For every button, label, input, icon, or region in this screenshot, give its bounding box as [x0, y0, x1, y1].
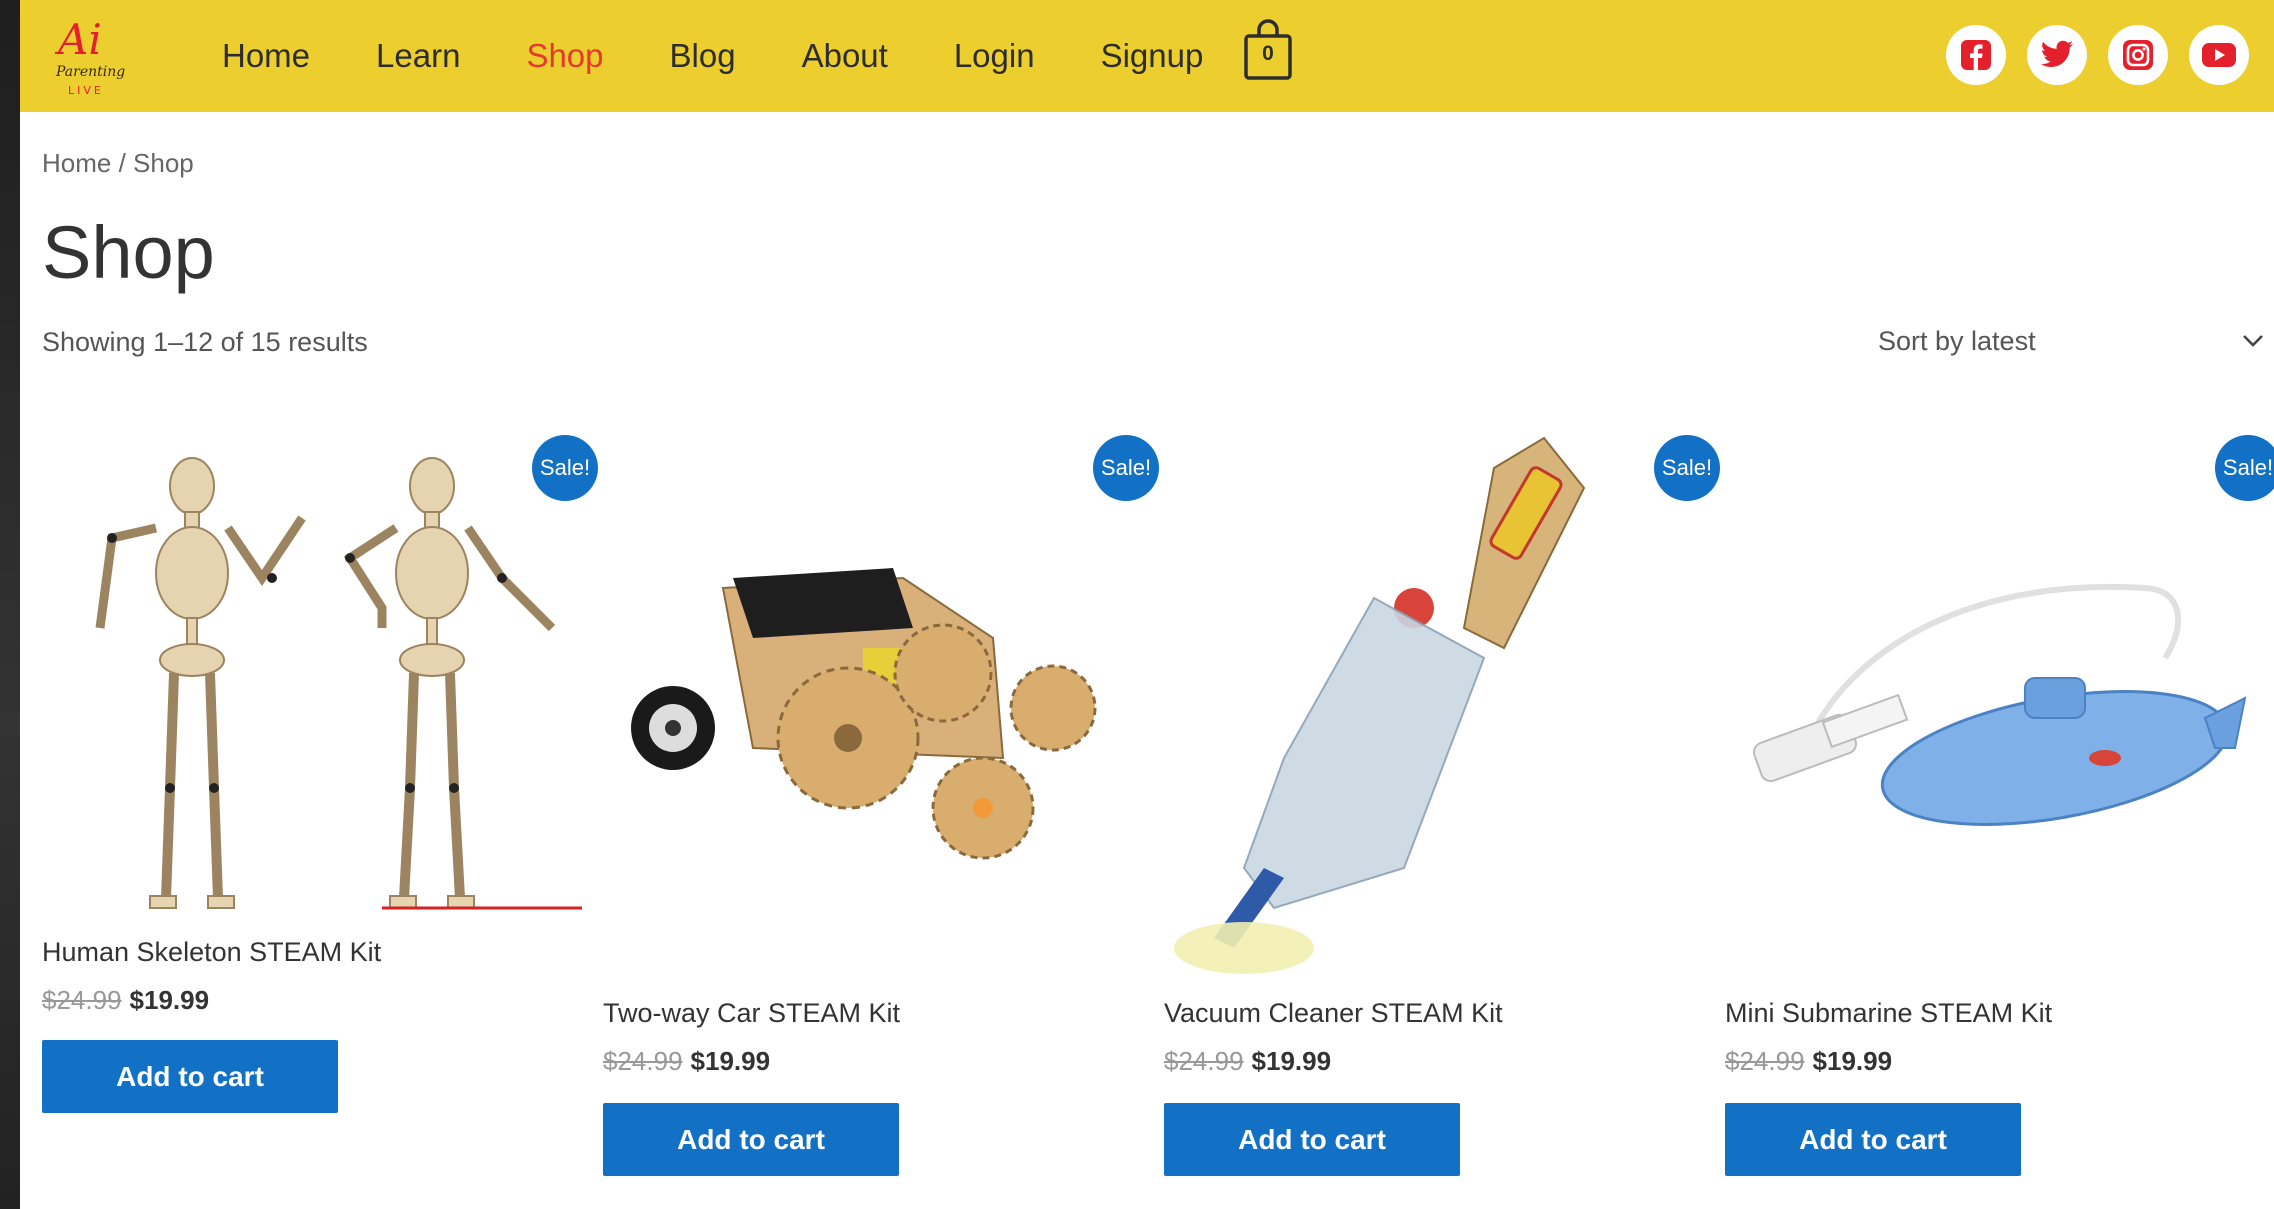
- sale-price: $19.99: [1251, 1046, 1332, 1076]
- sale-badge: Sale!: [1093, 435, 1159, 501]
- regular-price: $24.99: [1725, 1046, 1805, 1076]
- sale-badge: Sale!: [2215, 435, 2274, 501]
- product-image-skeleton[interactable]: [42, 428, 582, 988]
- product-card: Sale! Human Skeleton STEAM Kit $24.99 $19…: [42, 0, 598, 1209]
- add-to-cart-button[interactable]: Add to cart: [42, 1040, 338, 1113]
- regular-price: $24.99: [1164, 1046, 1244, 1076]
- product-image-vacuum[interactable]: [1164, 428, 1704, 988]
- product-price: $24.99 $19.99: [1725, 1046, 1892, 1077]
- sale-price: $19.99: [690, 1046, 771, 1076]
- sale-badge: Sale!: [532, 435, 598, 501]
- add-to-cart-button[interactable]: Add to cart: [1725, 1103, 2021, 1176]
- regular-price: $24.99: [603, 1046, 683, 1076]
- product-title[interactable]: Two-way Car STEAM Kit: [603, 998, 900, 1029]
- product-card: Sale! Mini Submarine STEAM Kit $24.99 $19…: [1725, 0, 2274, 1209]
- product-price: $24.99 $19.99: [1164, 1046, 1331, 1077]
- regular-price: $24.99: [42, 985, 122, 1015]
- product-price: $24.99 $19.99: [603, 1046, 770, 1077]
- product-price: $24.99 $19.99: [42, 985, 209, 1016]
- add-to-cart-button[interactable]: Add to cart: [1164, 1103, 1460, 1176]
- product-image-car[interactable]: [603, 428, 1143, 988]
- product-card: Sale! Two-way Car STEAM Kit $24.99 $19.99…: [603, 0, 1159, 1209]
- product-card: Sale! Vacuum Cleaner STEAM Kit $24.99 $19…: [1164, 0, 1720, 1209]
- product-image-submarine[interactable]: [1725, 428, 2265, 988]
- sale-price: $19.99: [1812, 1046, 1893, 1076]
- add-to-cart-button[interactable]: Add to cart: [603, 1103, 899, 1176]
- sale-badge: Sale!: [1654, 435, 1720, 501]
- background-strip: [0, 0, 20, 1209]
- product-title[interactable]: Mini Submarine STEAM Kit: [1725, 998, 2052, 1029]
- product-title[interactable]: Vacuum Cleaner STEAM Kit: [1164, 998, 1503, 1029]
- product-title[interactable]: Human Skeleton STEAM Kit: [42, 937, 381, 968]
- shop-page: Ai Parenting LIVE Home Learn Shop Blog A…: [20, 0, 2274, 1209]
- sale-price: $19.99: [129, 985, 210, 1015]
